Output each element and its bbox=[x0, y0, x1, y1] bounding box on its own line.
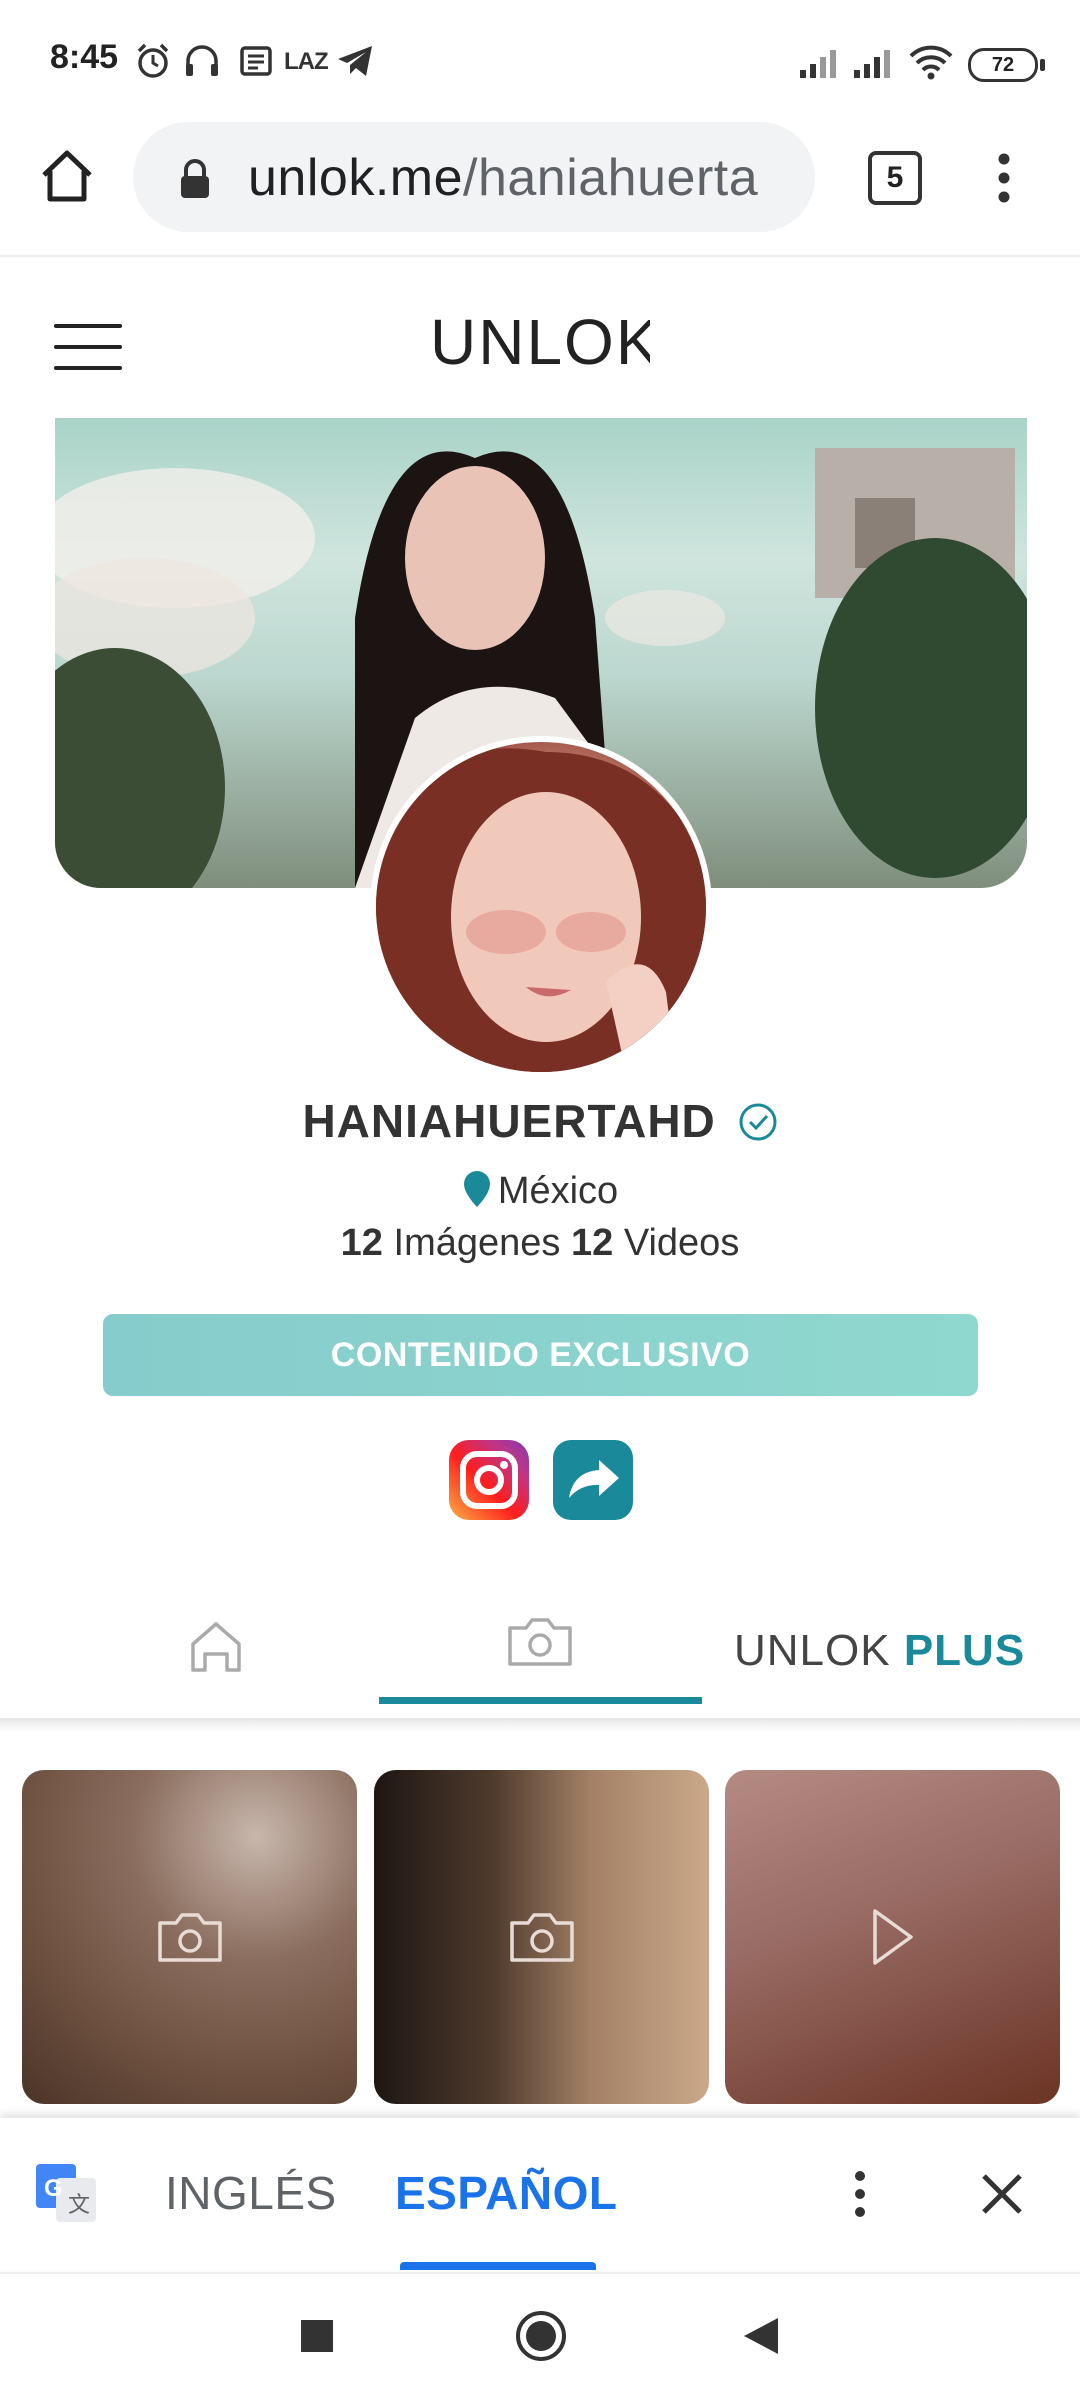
headphones-icon bbox=[186, 45, 218, 76]
signal-icon-2 bbox=[854, 50, 890, 78]
photo-icon bbox=[509, 1913, 574, 1962]
menu-line bbox=[54, 345, 122, 349]
media-thumb-photo[interactable] bbox=[22, 1770, 357, 2104]
recents-icon[interactable] bbox=[299, 2318, 335, 2354]
location-text: México bbox=[497, 1170, 619, 1212]
unlok-logo[interactable]: UNLOK bbox=[430, 312, 650, 372]
verified-icon bbox=[739, 1103, 777, 1141]
translate-lang-source[interactable]: INGLÉS bbox=[165, 2166, 337, 2220]
media-thumb-video[interactable] bbox=[725, 1770, 1060, 2104]
media-thumb-photo[interactable] bbox=[374, 1770, 709, 2104]
share-arrow-icon bbox=[569, 1460, 619, 1498]
username-text: HANIAHUERTAHD bbox=[302, 1095, 716, 1147]
instagram-button[interactable] bbox=[449, 1440, 529, 1520]
google-translate-icon[interactable]: G 文 bbox=[34, 2160, 98, 2224]
close-icon[interactable] bbox=[980, 2172, 1024, 2216]
lock-icon[interactable] bbox=[178, 158, 212, 200]
tab-unlok-plus[interactable]: UNLOK PLUS bbox=[734, 1626, 1025, 1676]
images-label: Imágenes bbox=[393, 1222, 561, 1264]
plus-label-text: PLUS bbox=[903, 1626, 1026, 1675]
videos-label: Videos bbox=[623, 1222, 740, 1264]
home-icon[interactable] bbox=[38, 148, 96, 204]
tab-home-icon[interactable] bbox=[187, 1618, 245, 1676]
instagram-icon bbox=[460, 1451, 518, 1509]
message-icon bbox=[240, 46, 272, 76]
notification-text: LAZ bbox=[284, 48, 329, 75]
profile-location: México bbox=[0, 1170, 1080, 1213]
svg-text:G: G bbox=[44, 2175, 63, 2202]
status-time: 8:45 bbox=[50, 38, 119, 76]
profile-username: HANIAHUERTAHD bbox=[0, 1094, 1080, 1148]
tab-photos-icon[interactable] bbox=[506, 1614, 574, 1668]
translate-active-indicator bbox=[400, 2262, 596, 2270]
avatar[interactable] bbox=[376, 742, 706, 1072]
share-button[interactable] bbox=[553, 1440, 633, 1520]
profile-counts: 12 Imágenes 12 Videos bbox=[0, 1222, 1080, 1265]
exclusive-content-button[interactable]: CONTENIDO EXCLUSIVO bbox=[103, 1314, 978, 1396]
menu-line bbox=[54, 366, 122, 370]
location-pin-icon bbox=[463, 1170, 490, 1207]
alarm-icon bbox=[137, 43, 169, 78]
videos-count: 12 bbox=[570, 1222, 614, 1264]
plus-brand-text: UNLOK bbox=[734, 1626, 891, 1675]
home-nav-icon[interactable] bbox=[514, 2309, 568, 2363]
signal-icon bbox=[800, 50, 836, 78]
url-text[interactable]: unlok.me/haniahuerta bbox=[248, 148, 788, 208]
url-host: unlok.me bbox=[248, 149, 463, 207]
telegram-icon bbox=[338, 46, 372, 76]
play-icon bbox=[872, 1909, 913, 1965]
active-tab-indicator bbox=[379, 1697, 702, 1704]
translate-more-icon[interactable] bbox=[848, 2168, 872, 2220]
photo-icon bbox=[157, 1913, 222, 1962]
wifi-icon bbox=[909, 45, 953, 80]
more-vert-icon[interactable] bbox=[991, 150, 1017, 206]
url-path: /haniahuerta bbox=[463, 149, 759, 207]
svg-text:文: 文 bbox=[68, 2192, 90, 2217]
tabs-divider bbox=[0, 1718, 1080, 1732]
logo-text: UNLOK bbox=[430, 312, 650, 372]
images-count: 12 bbox=[340, 1222, 383, 1264]
avatar-illustration bbox=[376, 748, 706, 1072]
translate-lang-target[interactable]: ESPAÑOL bbox=[395, 2166, 617, 2220]
back-icon[interactable] bbox=[742, 2316, 780, 2356]
menu-line bbox=[54, 324, 122, 328]
tab-switcher-button[interactable]: 5 bbox=[868, 151, 922, 205]
menu-button[interactable] bbox=[54, 322, 122, 372]
battery-indicator: 72 bbox=[968, 48, 1045, 82]
